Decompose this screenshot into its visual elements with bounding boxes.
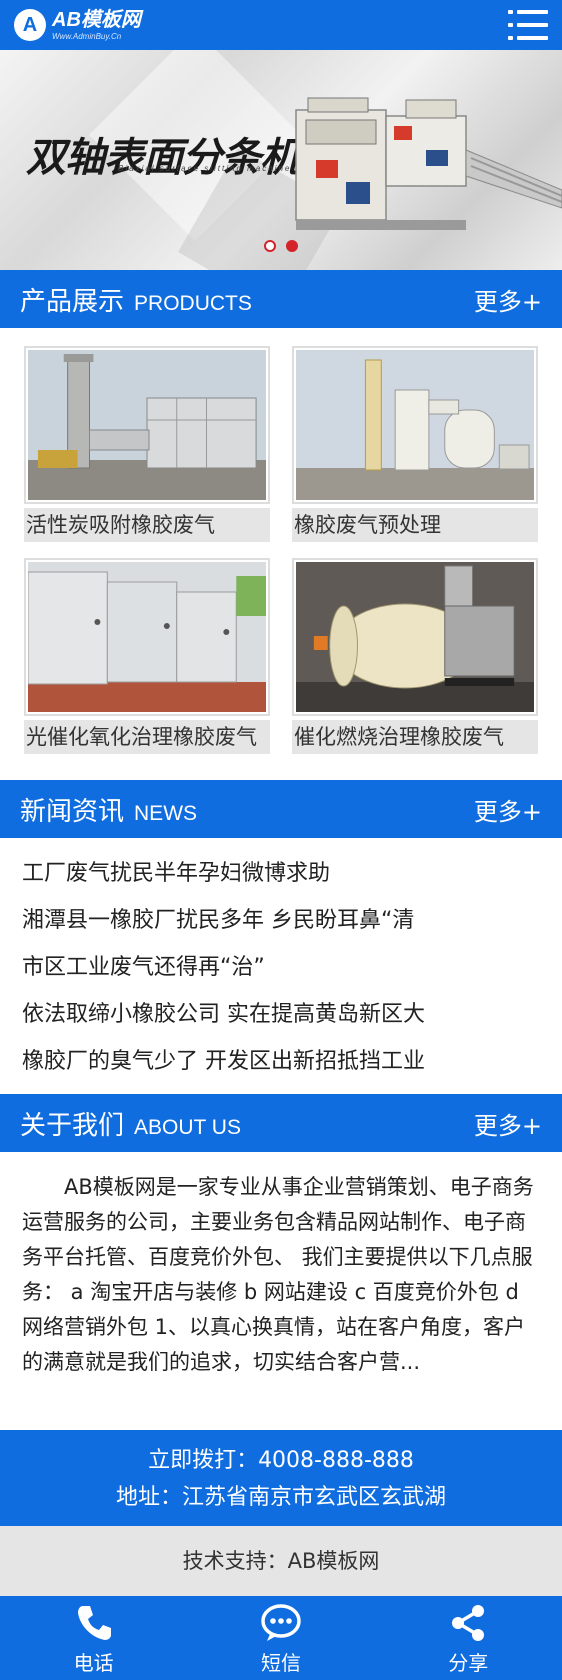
product-grid: 活性炭吸附橡胶废气 橡胶废气预处理 光催化氧化治理橡胶废气 催化燃烧治理橡胶废气 [24, 346, 538, 754]
news-title-cn: 新闻资讯 [20, 796, 125, 827]
product-card[interactable]: 催化燃烧治理橡胶废气 [292, 558, 538, 754]
banner-subtitle: Biaxial surface slitting machine [118, 164, 292, 173]
nav-phone-label: 电话 [73, 1650, 114, 1675]
products-section-header: 产品展示 PRODUCTS 更多+ [0, 270, 562, 328]
product-name: 光催化氧化治理橡胶废气 [24, 720, 270, 754]
products-title-cn: 产品展示 [20, 286, 125, 317]
message-icon [261, 1603, 301, 1641]
about-title-en: ABOUT US [134, 1115, 241, 1139]
product-card[interactable]: 橡胶废气预处理 [292, 346, 538, 542]
nav-message-label: 短信 [260, 1650, 301, 1675]
news-item[interactable]: 市区工业废气还得再“治” [22, 944, 542, 991]
phone-icon [77, 1605, 111, 1640]
banner-slider[interactable]: 双轴表面分条机 Biaxial surface slitting machine [0, 50, 562, 270]
banner-dot-2[interactable] [286, 240, 298, 252]
product-name: 橡胶废气预处理 [292, 508, 538, 542]
product-card[interactable]: 活性炭吸附橡胶废气 [24, 346, 270, 542]
share-icon [452, 1604, 485, 1641]
product-image-catalytic-combustion [292, 558, 538, 716]
product-card[interactable]: 光催化氧化治理橡胶废气 [24, 558, 270, 754]
menu-icon [508, 10, 548, 14]
logo-title: AB模板网 [52, 8, 141, 31]
about-description: AB模板网是一家专业从事企业营销策划、电子商务运营服务的公司，主要业务包含精品网… [22, 1175, 534, 1374]
banner-dot-1[interactable] [264, 240, 276, 252]
news-item[interactable]: 橡胶厂的臭气少了 开发区出新招抵挡工业 [22, 1038, 542, 1085]
nav-share-button[interactable]: 分享 [375, 1596, 562, 1680]
about-section-header: 关于我们 ABOUT US 更多+ [0, 1094, 562, 1152]
slitting-machine-image [295, 97, 562, 230]
news-section-header: 新闻资讯 NEWS 更多+ [0, 780, 562, 838]
nav-share-label: 分享 [448, 1650, 489, 1675]
banner-title: 双轴表面分条机 [26, 135, 300, 181]
top-header: A AB模板网 Www.AdminBuy.Cn [0, 0, 562, 50]
address-text: 地址：江苏省南京市玄武区玄武湖 [115, 1485, 446, 1510]
news-list: 工厂废气扰民半年孕妇微博求助 湘潭县一橡胶厂扰民多年 乡民盼耳鼻“清 市区工业废… [22, 850, 542, 1085]
news-more-link[interactable]: 更多+ [474, 792, 542, 827]
news-item[interactable]: 湘潭县一橡胶厂扰民多年 乡民盼耳鼻“清 [22, 897, 542, 944]
bottom-nav: 电话 短信 分享 [0, 1596, 562, 1680]
logo-text: AB模板网 Www.AdminBuy.Cn [52, 10, 141, 41]
products-title-en: PRODUCTS [134, 291, 252, 315]
tech-support: 技术支持：AB模板网 [0, 1526, 562, 1596]
products-more-link[interactable]: 更多+ [474, 282, 542, 317]
product-image-activated-carbon [24, 346, 270, 504]
product-image-spray-tower [292, 346, 538, 504]
about-title-cn: 关于我们 [20, 1110, 125, 1141]
site-logo[interactable]: A AB模板网 Www.AdminBuy.Cn [14, 9, 141, 41]
news-item[interactable]: 依法取缔小橡胶公司 实在提高黄岛新区大 [22, 991, 542, 1038]
product-name: 活性炭吸附橡胶废气 [24, 508, 270, 542]
banner-pagination [264, 240, 298, 252]
logo-subtitle: Www.AdminBuy.Cn [52, 31, 122, 41]
news-title-en: NEWS [134, 801, 198, 825]
product-name: 催化燃烧治理橡胶废气 [292, 720, 538, 754]
about-more-link[interactable]: 更多+ [474, 1106, 542, 1141]
contact-block: 立即拨打：4008-888-888 地址：江苏省南京市玄武区玄武湖 [0, 1430, 562, 1526]
menu-button[interactable] [508, 10, 548, 40]
nav-message-button[interactable]: 短信 [187, 1596, 374, 1680]
nav-phone-button[interactable]: 电话 [0, 1596, 187, 1680]
phone-link[interactable]: 立即拨打：4008-888-888 [0, 1442, 562, 1479]
product-image-photocatalytic [24, 558, 270, 716]
logo-mark-icon: A [14, 9, 46, 41]
news-item[interactable]: 工厂废气扰民半年孕妇微博求助 [22, 850, 542, 897]
